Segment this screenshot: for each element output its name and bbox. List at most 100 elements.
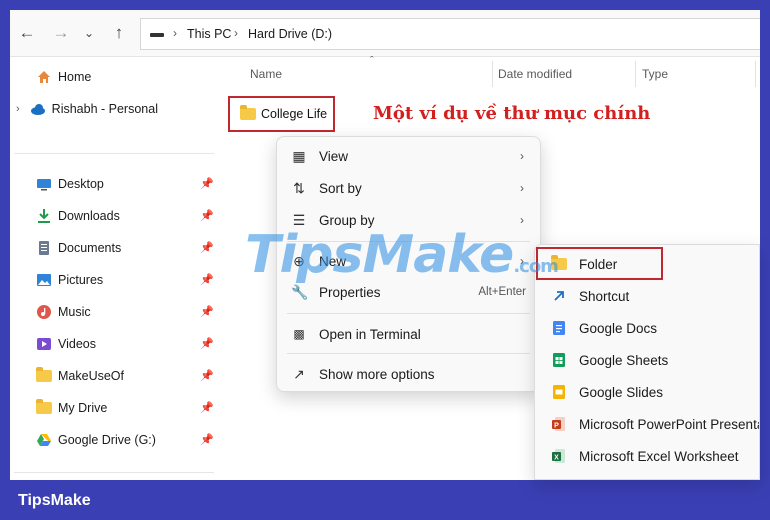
sidebar-item-label: Home (58, 70, 92, 84)
sidebar-item-my-drive[interactable]: My Drive (36, 396, 107, 420)
pin-icon[interactable]: 📌 (200, 401, 214, 414)
pin-icon[interactable]: 📌 (200, 177, 214, 190)
menu-item-new[interactable]: ⊕ New › (277, 246, 540, 276)
pin-icon[interactable]: 📌 (200, 305, 214, 318)
column-header-name[interactable]: Name (250, 67, 282, 81)
sidebar-item-label: Videos (58, 337, 96, 351)
menu-item-properties[interactable]: 🔧 Properties Alt+Enter (277, 277, 540, 307)
menu-item-label: Open in Terminal (319, 326, 421, 342)
svg-text:X: X (554, 454, 559, 461)
breadcrumb-chevron-icon[interactable]: › (173, 26, 177, 40)
sidebar-item-google-drive[interactable]: Google Drive (G:) (36, 428, 156, 452)
drive-icon (150, 33, 164, 37)
expand-chevron-icon[interactable]: › (16, 103, 20, 115)
submenu-item-label: Microsoft PowerPoint Presentation (579, 416, 759, 432)
sidebar-item-videos[interactable]: Videos (36, 332, 96, 356)
submenu-item-label: Google Docs (579, 320, 658, 336)
powerpoint-icon: P (552, 417, 565, 431)
external-arrow-icon: ↗ (293, 365, 305, 382)
grid-view-icon: ▦ (292, 147, 306, 164)
svg-text:P: P (554, 422, 559, 429)
address-toolbar: ← → ⌄ ↑ › This PC › Hard Drive (D:) (10, 10, 760, 57)
column-separator[interactable] (492, 61, 493, 87)
submenu-item-google-sheets[interactable]: Google Sheets (535, 345, 759, 375)
brand-label: TipsMake (18, 492, 91, 509)
menu-item-label: Show more options (319, 366, 435, 382)
folder-icon (36, 398, 52, 414)
menu-item-label: Sort by (319, 180, 362, 196)
submenu-item-google-slides[interactable]: Google Slides (535, 377, 759, 407)
submenu-chevron-icon: › (520, 181, 524, 195)
breadcrumb-chevron-icon[interactable]: › (234, 26, 238, 40)
menu-item-view[interactable]: ▦ View › (277, 141, 540, 171)
column-header-date-modified[interactable]: Date modified (498, 67, 572, 81)
sidebar-item-label: Desktop (58, 177, 104, 191)
sidebar-item-downloads[interactable]: Downloads (36, 204, 120, 228)
breadcrumb-hard-drive[interactable]: Hard Drive (D:) (248, 27, 332, 41)
google-docs-icon (553, 321, 565, 335)
google-sheets-icon (553, 353, 565, 367)
home-icon (38, 71, 50, 83)
terminal-icon: ▩ (293, 327, 305, 341)
submenu-item-shortcut[interactable]: Shortcut (535, 281, 759, 311)
shortcut-hint: Alt+Enter (478, 286, 526, 298)
sidebar-item-documents[interactable]: Documents (36, 236, 121, 260)
menu-item-label: New (319, 253, 347, 269)
pin-icon[interactable]: 📌 (200, 369, 214, 382)
sort-ascending-icon: ˆ (370, 55, 374, 67)
pin-icon[interactable]: 📌 (200, 241, 214, 254)
folder-highlight-box (536, 247, 663, 280)
submenu-chevron-icon: › (520, 149, 524, 163)
sidebar-divider (14, 472, 214, 473)
google-drive-icon (37, 434, 51, 446)
back-arrow-icon[interactable]: ← (16, 22, 38, 44)
menu-item-label: Properties (319, 284, 381, 300)
sidebar-item-pictures[interactable]: Pictures (36, 268, 103, 292)
menu-item-label: View (319, 148, 349, 164)
pin-icon[interactable]: 📌 (200, 337, 214, 350)
sidebar-item-makeuseof[interactable]: MakeUseOf (36, 364, 124, 388)
shortcut-arrow-icon (554, 291, 564, 301)
submenu-chevron-icon: › (520, 254, 524, 268)
music-icon (37, 305, 51, 319)
submenu-item-label: Google Sheets (579, 352, 669, 368)
submenu-item-google-docs[interactable]: Google Docs (535, 313, 759, 343)
pin-icon[interactable]: 📌 (200, 433, 214, 446)
breadcrumb-this-pc[interactable]: This PC (187, 27, 231, 41)
column-separator[interactable] (755, 61, 756, 87)
folder-item-college-life[interactable]: College Life (228, 96, 335, 132)
onedrive-cloud-icon (30, 104, 45, 115)
sidebar-item-desktop[interactable]: Desktop (36, 172, 104, 196)
column-header-type[interactable]: Type (642, 67, 668, 81)
recent-locations-chevron-icon[interactable]: ⌄ (78, 22, 100, 44)
submenu-chevron-icon: › (520, 213, 524, 227)
sidebar-item-music[interactable]: Music (36, 300, 91, 324)
menu-separator (287, 353, 530, 354)
wrench-icon: 🔧 (291, 283, 309, 300)
pin-icon[interactable]: 📌 (200, 209, 214, 222)
column-separator[interactable] (635, 61, 636, 87)
sidebar-item-personal[interactable]: › Rishabh - Personal (16, 97, 158, 121)
sidebar-item-home[interactable]: Home (36, 65, 91, 89)
excel-icon: X (552, 449, 565, 463)
pin-icon[interactable]: 📌 (200, 273, 214, 286)
submenu-item-excel[interactable]: X Microsoft Excel Worksheet (535, 441, 759, 471)
forward-arrow-icon[interactable]: → (50, 22, 72, 44)
annotation-text: Một ví dụ về thư mục chính (373, 103, 651, 124)
menu-item-group-by[interactable]: ☰ Group by › (277, 205, 540, 235)
submenu-item-powerpoint[interactable]: P Microsoft PowerPoint Presentation (535, 409, 759, 439)
address-bar[interactable]: › This PC › Hard Drive (D:) (140, 18, 760, 50)
menu-item-sort-by[interactable]: ⇅ Sort by › (277, 173, 540, 203)
menu-item-label: Group by (319, 212, 375, 228)
sidebar-divider (14, 153, 214, 154)
download-icon (38, 209, 50, 223)
menu-item-open-terminal[interactable]: ▩ Open in Terminal (277, 319, 540, 349)
up-arrow-icon[interactable]: ↑ (108, 22, 130, 44)
menu-item-show-more-options[interactable]: ↗ Show more options (277, 359, 540, 389)
navigation-pane: Home › Rishabh - Personal Desktop 📌 Down… (10, 57, 218, 480)
documents-icon (39, 241, 49, 255)
group-icon: ☰ (292, 211, 306, 228)
google-slides-icon (553, 385, 565, 399)
sidebar-item-label: My Drive (58, 401, 108, 415)
sidebar-item-label: Google Drive (G:) (58, 433, 156, 447)
